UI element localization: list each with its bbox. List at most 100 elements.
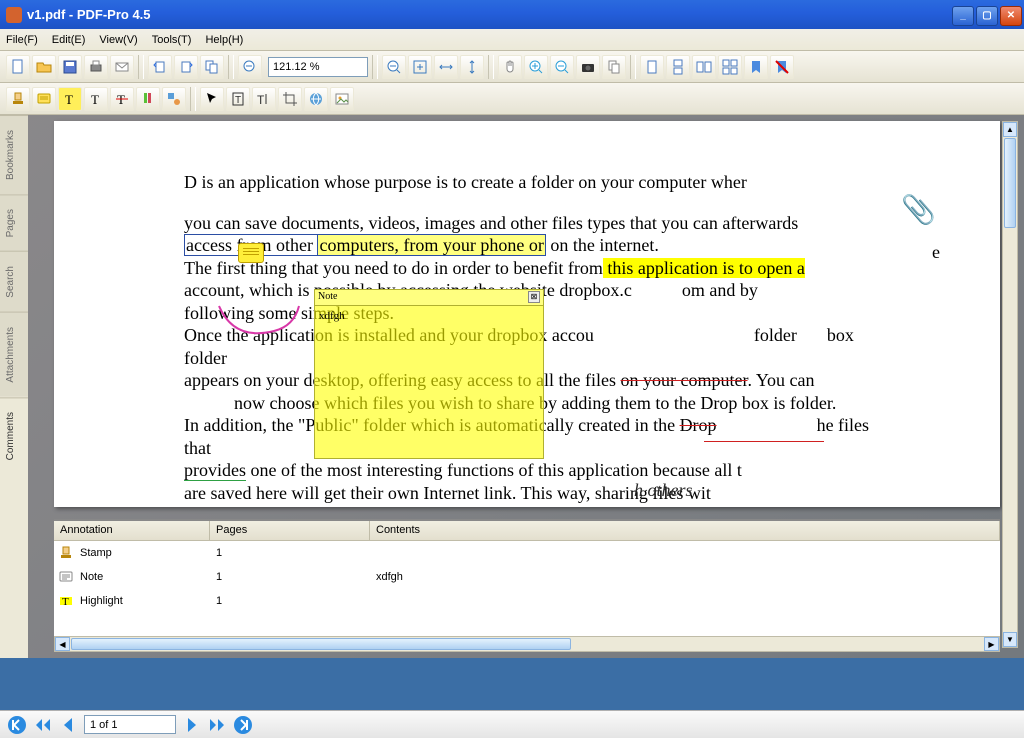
fit-height-button[interactable] — [460, 55, 484, 79]
doc-text: are saved here will get their own Intern… — [184, 482, 870, 505]
last-page-button[interactable] — [232, 714, 254, 736]
vertical-scrollbar[interactable]: ▲ ▼ — [1002, 121, 1018, 648]
prev-page-button[interactable] — [58, 714, 80, 736]
annotation-row[interactable]: Stamp 1 — [54, 541, 1000, 565]
pdf-page[interactable]: D is an application whose purpose is to … — [54, 121, 1000, 507]
pencil-tool-button[interactable] — [136, 87, 160, 111]
toolbar-main — [0, 51, 1024, 83]
col-annotation[interactable]: Annotation — [54, 521, 210, 540]
bookmark-button[interactable] — [744, 55, 768, 79]
select-tool-button[interactable] — [200, 87, 224, 111]
document-viewport[interactable]: D is an application whose purpose is to … — [28, 115, 1024, 658]
crop-tool-button[interactable] — [278, 87, 302, 111]
doc-text: e — [932, 241, 940, 264]
text-tool-button[interactable]: T — [84, 87, 108, 111]
doc-text: you can save documents, videos, images a… — [184, 212, 870, 235]
annotation-row[interactable]: Note 1 xdfgh — [54, 565, 1000, 589]
scroll-right-arrow[interactable]: ▶ — [984, 637, 999, 651]
fit-page-button[interactable] — [408, 55, 432, 79]
rotate-right-button[interactable] — [174, 55, 198, 79]
window-title: v1.pdf - PDF-Pro 4.5 — [27, 7, 151, 22]
tab-bookmarks[interactable]: Bookmarks — [0, 115, 28, 194]
note-popup-close[interactable]: ⊠ — [528, 291, 540, 303]
title-bar: v1.pdf - PDF-Pro 4.5 _ ▢ ✕ — [0, 0, 1024, 29]
doc-text: provides one of the most interesting fun… — [184, 459, 870, 482]
svg-text:T: T — [91, 92, 99, 107]
menu-edit[interactable]: Edit(E) — [52, 34, 86, 46]
app-icon — [6, 7, 22, 23]
menu-help[interactable]: Help(H) — [205, 34, 243, 46]
save-button[interactable] — [58, 55, 82, 79]
text-select-button[interactable]: T — [226, 87, 250, 111]
maximize-button[interactable]: ▢ — [976, 6, 998, 26]
zoom-out-button[interactable] — [382, 55, 406, 79]
zoom-in-button[interactable] — [524, 55, 548, 79]
note-icon — [58, 569, 74, 585]
zoom-out-step-button[interactable] — [238, 55, 262, 79]
prev-page-fast-button[interactable] — [32, 714, 54, 736]
note-popup[interactable]: Note ⊠ xdfgh — [314, 289, 544, 459]
rotate-left-button[interactable] — [148, 55, 172, 79]
page-navigation — [0, 710, 1024, 738]
text-box-button[interactable]: T — [252, 87, 276, 111]
highlight-tool-button[interactable]: T — [58, 87, 82, 111]
note-popup-body[interactable]: xdfgh — [315, 306, 543, 328]
scroll-down-arrow[interactable]: ▼ — [1003, 632, 1017, 647]
horizontal-scrollbar[interactable]: ◀ ▶ — [54, 636, 1000, 652]
snapshot-button[interactable] — [576, 55, 600, 79]
annotations-header: Annotation Pages Contents — [54, 521, 1000, 541]
next-page-fast-button[interactable] — [206, 714, 228, 736]
zoom-input[interactable] — [268, 57, 368, 77]
continuous-button[interactable] — [666, 55, 690, 79]
menu-view[interactable]: View(V) — [99, 34, 137, 46]
bookmark-remove-button[interactable] — [770, 55, 794, 79]
link-tool-button[interactable] — [304, 87, 328, 111]
tab-search[interactable]: Search — [0, 251, 28, 312]
strikeout-tool-button[interactable]: T — [110, 87, 134, 111]
scroll-left-arrow[interactable]: ◀ — [55, 637, 70, 651]
single-page-button[interactable] — [640, 55, 664, 79]
scroll-up-arrow[interactable]: ▲ — [1003, 122, 1017, 137]
note-popup-title: Note — [318, 291, 337, 304]
next-page-button[interactable] — [180, 714, 202, 736]
side-tabs: Bookmarks Pages Search Attachments Comme… — [0, 115, 28, 658]
facing-button[interactable] — [692, 55, 716, 79]
stamp-annotation[interactable]: h others — [634, 479, 693, 502]
tab-attachments[interactable]: Attachments — [0, 312, 28, 397]
menu-file[interactable]: File(F) — [6, 34, 38, 46]
email-button[interactable] — [110, 55, 134, 79]
minimize-button[interactable]: _ — [952, 6, 974, 26]
menu-tools[interactable]: Tools(T) — [152, 34, 192, 46]
svg-text:T: T — [65, 92, 73, 107]
hand-tool-button[interactable] — [498, 55, 522, 79]
page-number-input[interactable] — [84, 715, 176, 734]
note-tool-button[interactable] — [32, 87, 56, 111]
tab-pages[interactable]: Pages — [0, 194, 28, 251]
pages-button[interactable] — [200, 55, 224, 79]
print-button[interactable] — [84, 55, 108, 79]
doc-text: The first thing that you need to do in o… — [184, 257, 870, 280]
copy-button[interactable] — [602, 55, 626, 79]
scroll-thumb-h[interactable] — [71, 638, 571, 650]
attachment-icon[interactable]: 📎 — [901, 193, 936, 228]
note-annotation-icon[interactable] — [238, 243, 264, 263]
zoom-tool-button[interactable] — [550, 55, 574, 79]
ink-annotation[interactable] — [214, 301, 304, 341]
toolbar-annotation: T T T T T — [0, 83, 1024, 115]
stamp-tool-button[interactable] — [6, 87, 30, 111]
main-area: Bookmarks Pages Search Attachments Comme… — [0, 115, 1024, 658]
open-button[interactable] — [32, 55, 56, 79]
line-annotation[interactable] — [704, 441, 824, 442]
continuous-facing-button[interactable] — [718, 55, 742, 79]
col-pages[interactable]: Pages — [210, 521, 370, 540]
image-tool-button[interactable] — [330, 87, 354, 111]
first-page-button[interactable] — [6, 714, 28, 736]
close-button[interactable]: ✕ — [1000, 6, 1022, 26]
scroll-thumb[interactable] — [1004, 138, 1016, 228]
shapes-tool-button[interactable] — [162, 87, 186, 111]
new-button[interactable] — [6, 55, 30, 79]
tab-comments[interactable]: Comments — [0, 397, 28, 474]
col-contents[interactable]: Contents — [370, 521, 1000, 540]
annotation-row[interactable]: THighlight 1 — [54, 589, 1000, 613]
fit-width-button[interactable] — [434, 55, 458, 79]
